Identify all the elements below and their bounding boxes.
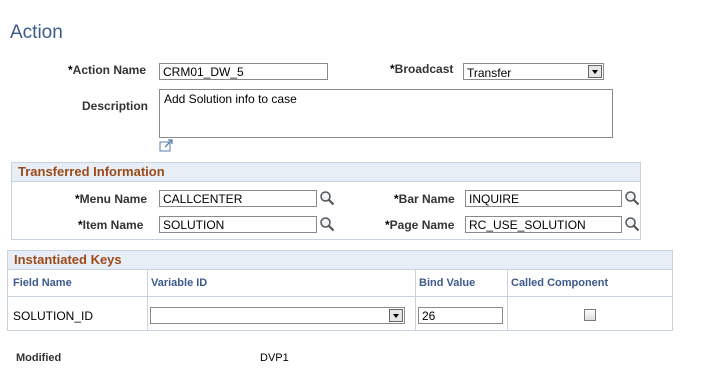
column-header-variable-id: Variable ID	[151, 277, 208, 289]
chevron-down-icon[interactable]	[389, 309, 403, 322]
table-row-field-name: SOLUTION_ID	[13, 309, 94, 323]
grid-header-row: Field Name Variable ID Bind Value Called…	[8, 270, 672, 297]
transferred-information-title: Transferred Information	[18, 164, 165, 179]
instantiated-keys-header: Instantiated Keys	[8, 251, 672, 270]
broadcast-select[interactable]: Transfer	[463, 63, 604, 80]
item-name-label: *Item Name	[78, 218, 144, 232]
transferred-information-header: Transferred Information	[12, 163, 640, 182]
page-title: Action	[10, 22, 63, 43]
item-name-lookup-icon[interactable]	[319, 216, 335, 232]
description-textarea[interactable]: Add Solution info to case	[159, 89, 613, 138]
modified-label: Modified	[16, 352, 62, 364]
broadcast-label: *Broadcast	[390, 62, 454, 76]
chevron-down-icon[interactable]	[588, 65, 602, 78]
page-name-lookup-icon[interactable]	[624, 216, 640, 232]
variable-id-select[interactable]	[150, 307, 405, 324]
broadcast-selected-value: Transfer	[467, 66, 512, 80]
column-divider	[507, 270, 508, 331]
column-header-bind-value: Bind Value	[419, 277, 476, 289]
menu-name-label: *Menu Name	[75, 192, 148, 206]
action-name-field[interactable]: CRM01_DW_5	[159, 63, 328, 80]
expand-text-icon[interactable]	[159, 139, 174, 152]
action-name-label: *Action Name	[68, 63, 147, 77]
description-label: Description	[82, 99, 149, 113]
item-name-field[interactable]: SOLUTION	[159, 216, 317, 233]
column-header-called-component: Called Component	[511, 277, 609, 289]
column-divider	[415, 270, 416, 331]
bar-name-field[interactable]: INQUIRE	[465, 190, 622, 207]
bar-name-lookup-icon[interactable]	[624, 190, 640, 206]
column-divider	[147, 270, 148, 331]
modified-value: DVP1	[260, 352, 289, 364]
called-component-checkbox[interactable]	[584, 309, 596, 321]
menu-name-field[interactable]: CALLCENTER	[159, 190, 317, 207]
bind-value-field[interactable]: 26	[418, 307, 503, 324]
instantiated-keys-title: Instantiated Keys	[14, 252, 122, 267]
page-name-label: *Page Name	[385, 218, 455, 232]
column-header-field-name: Field Name	[13, 277, 72, 289]
menu-name-lookup-icon[interactable]	[319, 190, 335, 206]
page-name-field[interactable]: RC_USE_SOLUTION	[465, 216, 622, 233]
bar-name-label: *Bar Name	[394, 192, 455, 206]
